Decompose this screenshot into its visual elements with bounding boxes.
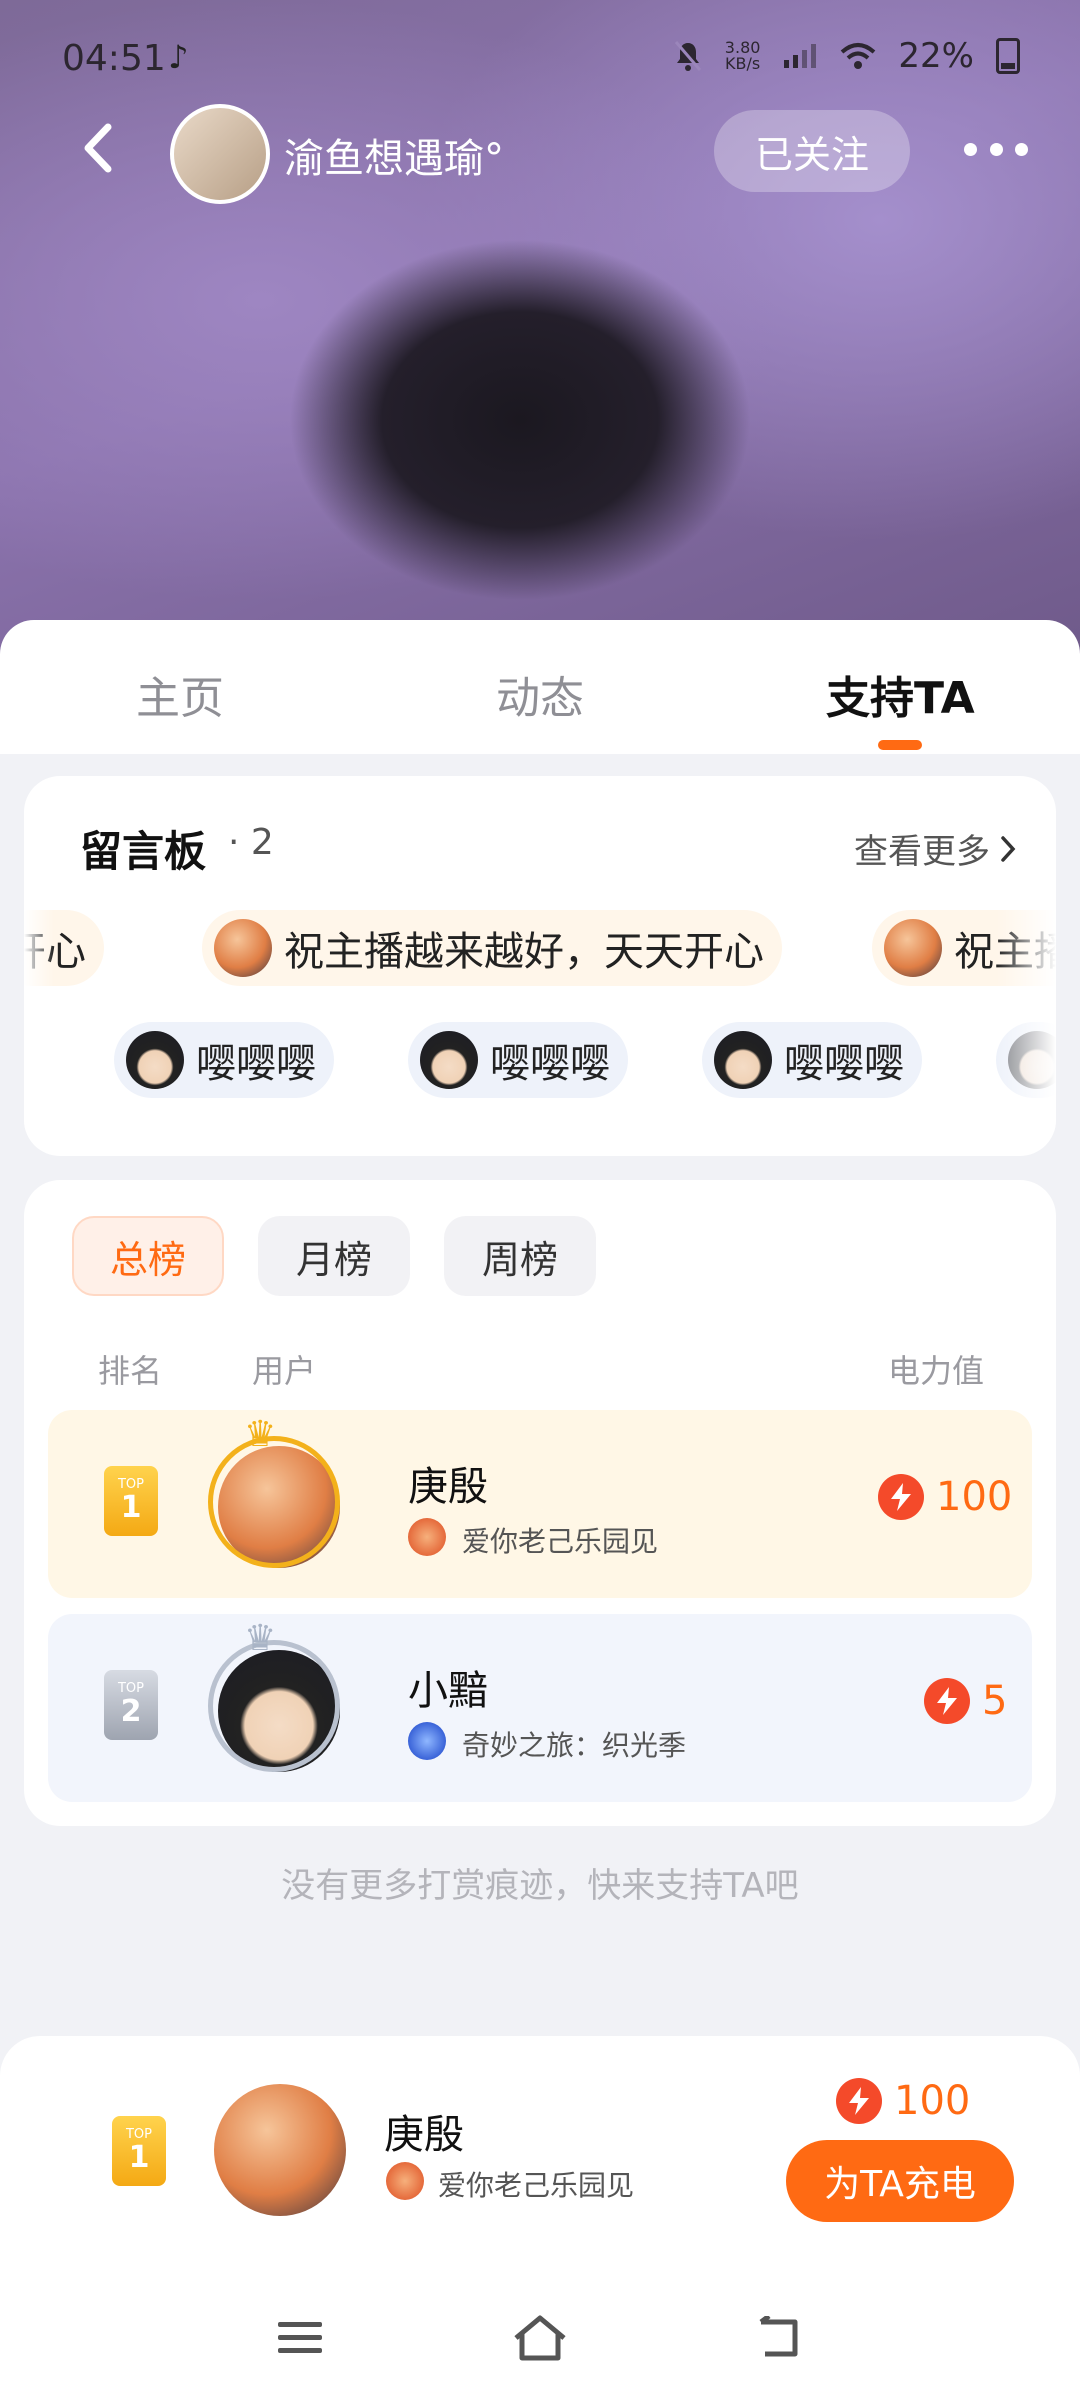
status-time: 04:51	[62, 38, 166, 79]
board-more-link[interactable]: 查看更多	[854, 824, 1016, 873]
lightning-icon	[924, 1678, 970, 1724]
follow-button[interactable]: 已关注	[714, 110, 910, 192]
board-count: · 2	[228, 822, 274, 863]
fade-left	[24, 872, 54, 1132]
fade-right	[996, 872, 1056, 1132]
power-number: 100	[936, 1474, 1013, 1520]
crown-icon: ♛	[244, 1618, 277, 1659]
avatar	[126, 1031, 184, 1089]
tab-feed[interactable]: 动态	[496, 662, 584, 726]
battery-icon	[996, 38, 1020, 74]
rank-number: 1	[128, 2140, 150, 2175]
message-text: 嘤嘤嘤	[490, 1041, 610, 1087]
back-nav-icon	[759, 2316, 798, 2357]
tab-support[interactable]: 支持TA	[826, 662, 975, 726]
fan-medal-icon	[386, 2162, 424, 2200]
tab-month-rank[interactable]: 月榜	[258, 1216, 410, 1296]
gold-ring	[208, 1436, 340, 1568]
message-text: 祝主播越来越好，天天开心	[284, 929, 764, 975]
back-nav-button[interactable]	[750, 2308, 810, 2368]
lightning-icon	[878, 1474, 924, 1520]
tiktok-icon: ♪	[168, 38, 189, 76]
crown-icon: ♛	[244, 1414, 277, 1455]
rank-number: 2	[120, 1694, 142, 1729]
col-power: 电力值	[887, 1352, 984, 1390]
lightning-icon	[836, 2078, 882, 2124]
col-user: 用户	[252, 1352, 317, 1390]
rank-badge: TOP 2	[104, 1670, 158, 1740]
end-note: 没有更多打赏痕迹，快来支持TA吧	[281, 1866, 799, 1906]
tab-week-rank[interactable]: 周榜	[444, 1216, 596, 1296]
message-chip[interactable]: 嘤嘤嘤	[114, 1022, 334, 1098]
system-nav-bar	[0, 2288, 1080, 2388]
battery-percent: 22%	[898, 36, 974, 76]
menu-icon	[278, 2322, 322, 2353]
user-name: 小黯	[408, 1668, 488, 1714]
status-bar: 04:51 ♪ 3.80 KB/s 22%	[0, 0, 1080, 120]
avatar	[420, 1031, 478, 1089]
net-speed: 3.80 KB/s	[725, 40, 761, 72]
owner-avatar[interactable]	[170, 104, 270, 204]
avatar	[714, 1031, 772, 1089]
message-text: 嘤嘤嘤	[196, 1041, 316, 1087]
power-value: 100	[878, 1474, 1012, 1520]
silver-ring	[208, 1640, 340, 1772]
message-text: 嘤嘤嘤	[784, 1041, 904, 1087]
user-name: 庚殷	[384, 2112, 464, 2158]
wifi-icon	[841, 43, 876, 69]
back-arrow-icon	[84, 123, 112, 173]
back-button[interactable]	[72, 118, 122, 178]
mute-bell-icon	[674, 41, 701, 71]
fan-club-name: 奇妙之旅：织光季	[462, 1729, 687, 1762]
chevron-right-icon	[1001, 835, 1016, 862]
home-button[interactable]	[510, 2308, 570, 2368]
user-name: 庚殷	[408, 1464, 488, 1510]
avatar-frame: ♛	[204, 1618, 354, 1786]
fan-medal-icon	[408, 1722, 446, 1760]
message-chip[interactable]: 嘤嘤嘤	[408, 1022, 628, 1098]
rank-badge: TOP 1	[104, 1466, 158, 1536]
more-dots-icon	[1015, 142, 1028, 156]
board-title: 留言板	[80, 827, 207, 876]
fan-club-name: 爱你老己乐园见	[462, 1525, 659, 1558]
avatar[interactable]	[214, 2084, 346, 2216]
status-right: 3.80 KB/s 22%	[673, 36, 1020, 76]
message-chip[interactable]: 祝主播越来越好，天天开心	[202, 910, 782, 986]
power-number: 5	[982, 1678, 1008, 1724]
avatar	[884, 919, 942, 977]
tab-total-rank[interactable]: 总榜	[72, 1216, 224, 1296]
rank-badge: TOP 1	[112, 2116, 166, 2186]
more-button[interactable]	[964, 128, 1028, 170]
power-number: 100	[894, 2078, 971, 2124]
fan-medal-icon	[408, 1518, 446, 1556]
home-icon	[514, 2315, 566, 2361]
power-value: 100	[836, 2078, 970, 2124]
more-dots-icon	[989, 142, 1003, 156]
message-board: 留言板 · 2 查看更多 开心 祝主播越来越好，天天开心 祝主播 嘤嘤嘤 嘤嘤嘤…	[24, 776, 1056, 1156]
rank-row[interactable]: TOP 1 ♛ 庚殷 爱你老己乐园见 100	[48, 1410, 1032, 1598]
ranking-card: 总榜 月榜 周榜 排名 用户 电力值 TOP 1 ♛ 庚殷 爱你老己乐园见 10…	[24, 1180, 1056, 1826]
cover-photo: 04:51 ♪ 3.80 KB/s 22% 渝鱼想遇瑜° 已关注	[0, 0, 1080, 660]
rank-row[interactable]: TOP 2 ♛ 小黯 奇妙之旅：织光季 5	[48, 1614, 1032, 1802]
col-rank: 排名	[98, 1352, 163, 1390]
power-value: 5	[924, 1678, 1007, 1724]
profile-tabs: 主页 动态 支持TA	[0, 620, 1080, 754]
fan-club-name: 爱你老己乐园见	[438, 2169, 635, 2202]
more-dots-icon	[964, 142, 977, 156]
avatar-frame: ♛	[204, 1414, 354, 1582]
message-chip[interactable]: 嘤嘤嘤	[702, 1022, 922, 1098]
my-rank-bar: TOP 1 庚殷 爱你老己乐园见 100 为TA充电	[0, 2036, 1080, 2388]
tab-indicator	[878, 740, 922, 750]
board-more-label: 查看更多	[854, 832, 990, 872]
avatar	[214, 919, 272, 977]
menu-button[interactable]	[270, 2308, 330, 2368]
tab-home[interactable]: 主页	[136, 662, 224, 726]
rank-number: 1	[120, 1490, 142, 1525]
charge-button[interactable]: 为TA充电	[786, 2140, 1014, 2222]
owner-name[interactable]: 渝鱼想遇瑜°	[284, 126, 504, 184]
signal-icon	[784, 44, 817, 68]
net-speed-unit: KB/s	[725, 54, 761, 73]
